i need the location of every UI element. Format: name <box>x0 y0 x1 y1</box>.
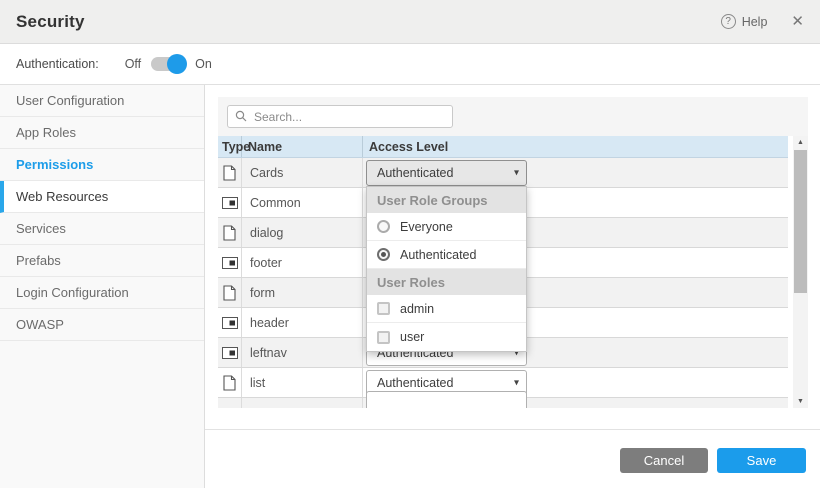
web-resources-panel: Type Name Access Level Cards Authenticat… <box>218 97 808 408</box>
sidebar-item-web-resources[interactable]: Web Resources <box>0 181 204 213</box>
page-icon <box>223 285 236 301</box>
checkbox-icon <box>377 302 390 315</box>
row-name: form <box>242 278 363 307</box>
row-name: header <box>242 308 363 337</box>
page-icon <box>223 165 236 181</box>
authentication-bar: Authentication: Off On <box>0 44 820 85</box>
table-row: Cards Authenticated ▾ <box>218 158 788 188</box>
partial-icon <box>222 257 238 269</box>
sidebar-item-permissions[interactable]: Permissions <box>0 149 204 181</box>
chevron-down-icon: ▾ <box>514 167 519 178</box>
chevron-down-icon: ▾ <box>514 377 519 388</box>
row-name: Cards <box>242 158 363 187</box>
row-name: footer <box>242 248 363 277</box>
search-icon <box>235 110 247 122</box>
group-header-user-roles: User Roles <box>367 269 526 295</box>
main-content: Type Name Access Level Cards Authenticat… <box>205 85 820 488</box>
sidebar: User Configuration App Roles Permissions… <box>0 85 205 488</box>
table-toolbar <box>218 97 808 136</box>
footer-divider <box>205 429 820 430</box>
cancel-button[interactable]: Cancel <box>620 448 708 473</box>
column-header-access-level: Access Level <box>363 136 788 157</box>
help-icon: ? <box>721 14 736 29</box>
security-dialog: Security ? Help ✕ Authentication: Off On… <box>0 0 820 488</box>
row-name: Common <box>242 188 363 217</box>
toggle-knob <box>167 54 187 74</box>
sidebar-item-services[interactable]: Services <box>0 213 204 245</box>
scroll-down-button[interactable]: ▼ <box>793 395 808 408</box>
help-label: Help <box>742 15 768 29</box>
table-header-row: Type Name Access Level <box>218 136 788 158</box>
scroll-up-button[interactable]: ▲ <box>793 136 808 149</box>
partial-icon <box>222 317 238 329</box>
access-level-dropdown-panel: User Role Groups Everyone Authenticated … <box>366 186 527 352</box>
sidebar-item-app-roles[interactable]: App Roles <box>0 117 204 149</box>
option-everyone[interactable]: Everyone <box>367 213 526 241</box>
group-header-user-role-groups: User Role Groups <box>367 187 526 213</box>
option-authenticated[interactable]: Authenticated <box>367 241 526 269</box>
radio-selected-icon <box>377 248 390 261</box>
authentication-toggle[interactable] <box>151 57 185 71</box>
toggle-on-label: On <box>195 57 212 71</box>
dialog-header: Security ? Help ✕ <box>0 0 820 44</box>
access-level-select[interactable] <box>366 391 527 408</box>
partial-icon <box>222 197 238 209</box>
radio-icon <box>377 220 390 233</box>
page-icon <box>223 225 236 241</box>
sidebar-item-owasp[interactable]: OWASP <box>0 309 204 341</box>
page-icon <box>223 375 236 391</box>
partial-icon <box>222 347 238 359</box>
checkbox-icon <box>377 331 390 344</box>
sidebar-item-login-configuration[interactable]: Login Configuration <box>0 277 204 309</box>
search-input[interactable] <box>227 105 453 128</box>
row-name: dialog <box>242 218 363 247</box>
sidebar-item-user-configuration[interactable]: User Configuration <box>0 85 204 117</box>
column-header-name: Name <box>242 136 363 157</box>
option-user[interactable]: user <box>367 323 526 351</box>
option-admin[interactable]: admin <box>367 295 526 323</box>
close-icon[interactable]: ✕ <box>791 14 804 29</box>
save-button[interactable]: Save <box>717 448 806 473</box>
row-name: leftnav <box>242 338 363 367</box>
table-scrollbar[interactable]: ▲ ▼ <box>793 136 808 408</box>
row-name: list <box>242 368 363 397</box>
help-button[interactable]: ? Help <box>721 14 768 29</box>
toggle-off-label: Off <box>125 57 141 71</box>
scroll-thumb[interactable] <box>794 150 807 293</box>
sidebar-item-prefabs[interactable]: Prefabs <box>0 245 204 277</box>
table-row <box>218 398 788 408</box>
authentication-label: Authentication: <box>16 57 99 71</box>
page-title: Security <box>16 12 85 32</box>
column-header-type: Type <box>218 136 242 157</box>
access-level-select[interactable]: Authenticated ▾ <box>366 160 527 186</box>
